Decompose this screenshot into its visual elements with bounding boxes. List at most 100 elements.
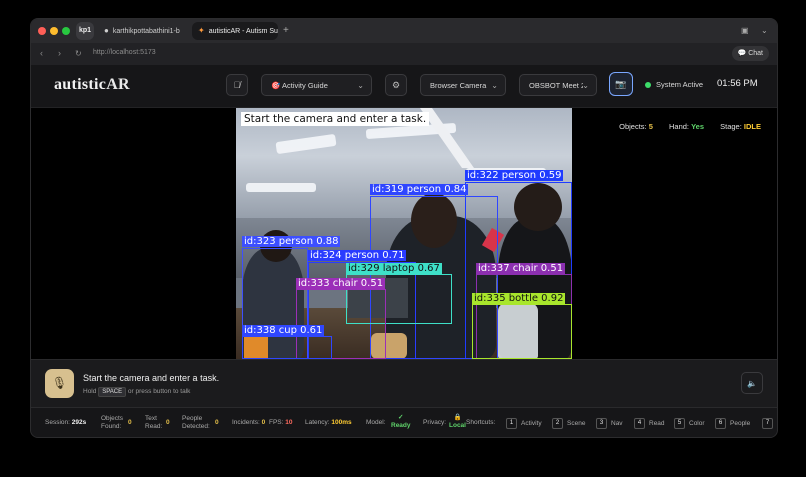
status-indicator-dot	[645, 82, 651, 89]
shortcut-activity[interactable]: 1 Activity	[506, 418, 542, 429]
privacy-metric: Privacy:	[423, 419, 447, 426]
camera-source-value: Browser Camera	[430, 81, 487, 90]
clock: 01:56 PM	[717, 78, 758, 89]
detection-label: id:329 laptop 0.67	[346, 263, 442, 274]
tab-overview-icon[interactable]: ▣	[741, 22, 751, 40]
shortcuts-label: Shortcuts:	[466, 419, 496, 426]
back-arrow-icon[interactable]: ‹	[40, 48, 43, 58]
text-read-metric: Text Read:	[145, 415, 163, 430]
latency-metric: Latency: 100ms	[305, 419, 352, 426]
incidents-metric: Incidents: 0	[232, 419, 266, 426]
shortcut-key: 5	[674, 418, 685, 429]
stage-stats: Objects: 5 Hand: Yes Stage: IDLE	[619, 122, 761, 131]
detection-label: id:333 chair 0.51	[296, 278, 386, 289]
close-window-button[interactable]	[38, 27, 46, 35]
voice-prompt-bar: 🎙 Start the camera and enter a task. Hol…	[31, 359, 777, 408]
prompt-hint: Hold SPACE or press button to talk	[83, 387, 191, 397]
browser-window: kp1 ● karthikpottabathini1-b ✦ autisticAR …	[30, 18, 778, 438]
objects-found-value: 0	[128, 419, 132, 426]
shortcut-key: 7	[762, 418, 773, 429]
status-text: System Active	[656, 80, 704, 89]
tab-label: karthikpottabathini1-b	[112, 28, 180, 35]
chevron-down-icon: ⌄	[582, 81, 589, 90]
shortcut-key: 3	[596, 418, 607, 429]
tab-label: kp1	[78, 27, 92, 34]
check-icon: ✓	[398, 414, 404, 421]
stage-value: IDLE	[743, 122, 761, 131]
forward-arrow-icon[interactable]: ›	[58, 48, 61, 58]
github-icon: ●	[104, 26, 109, 35]
tab-github[interactable]: ● karthikpottabathini1-b	[98, 22, 190, 40]
chat-label: Chat	[748, 50, 763, 57]
shortcut-scene[interactable]: 2 Scene	[552, 418, 585, 429]
camera-device-value: OBSBOT Meet 2	[529, 81, 583, 90]
chevron-down-icon: ⌄	[357, 81, 364, 90]
mic-off-icon: 🎙̸	[233, 80, 241, 90]
lock-icon: 🔒	[453, 414, 462, 421]
detection-label: id:319 person 0.84	[370, 184, 469, 195]
stage-stat: Stage: IDLE	[720, 122, 761, 131]
status-footer: Session: 292s Objects Found: 0 Text Read: …	[31, 407, 777, 437]
settings-button[interactable]: ⚙	[385, 74, 407, 96]
shortcut-nav[interactable]: 3 Nav	[596, 418, 623, 429]
maximize-window-button[interactable]	[62, 27, 70, 35]
detection-label: id:322 person 0.59	[465, 170, 564, 181]
url-field[interactable]: http://localhost:5173	[93, 49, 156, 56]
new-tab-button[interactable]: +	[283, 22, 295, 40]
shortcut-key: 1	[506, 418, 517, 429]
shortcut-7[interactable]: 7	[762, 418, 777, 429]
gear-icon: ⚙	[391, 80, 401, 90]
chat-button[interactable]: 💬 Chat	[731, 46, 769, 61]
hand-value: Yes	[691, 122, 705, 131]
capture-button[interactable]: 📷	[609, 72, 633, 96]
app-header: autisticAR 🎙̸ 🎯 Activity Guide ⌄ ⚙ Brows…	[31, 65, 777, 108]
talk-button[interactable]: 🎙	[45, 369, 74, 398]
camera-icon: 📷	[615, 79, 627, 89]
mode-select[interactable]: 🎯 Activity Guide ⌄	[261, 74, 372, 96]
ceiling-light	[246, 183, 316, 192]
shortcut-read[interactable]: 4 Read	[634, 418, 665, 429]
people-detected-metric: People Detected:	[182, 415, 210, 430]
app-favicon-icon: ✦	[198, 26, 205, 35]
prompt-title: Start the camera and enter a task.	[83, 373, 220, 383]
camera-device-select[interactable]: OBSBOT Meet 2 ⌄	[519, 74, 597, 96]
address-bar: ‹ › ↻ http://localhost:5173 💬 Chat	[31, 43, 777, 65]
mute-microphone-button[interactable]: 🎙̸	[226, 74, 248, 96]
shortcut-key: 6	[715, 418, 726, 429]
mode-select-value: Activity Guide	[282, 81, 328, 90]
camera-source-select[interactable]: Browser Camera ⌄	[420, 74, 506, 96]
speaker-button[interactable]: 🔈	[741, 372, 763, 394]
detection-label: id:335 bottle 0.92	[472, 293, 566, 304]
tab-kp1[interactable]: kp1	[76, 22, 94, 40]
tab-autisticar[interactable]: ✦ autisticAR - Autism Su	[192, 22, 278, 40]
logo-ar-text: AR	[106, 76, 130, 93]
objects-count: 5	[648, 122, 653, 131]
reload-icon[interactable]: ↻	[75, 49, 82, 58]
camera-overlay-text: Start the camera and enter a task.	[241, 112, 430, 126]
detection-label: id:338 cup 0.61	[242, 325, 325, 336]
fps-metric: FPS: 10	[269, 419, 293, 426]
detection-box	[242, 336, 332, 359]
session-metric: Session: 292s	[45, 419, 87, 426]
target-icon: 🎯	[271, 81, 281, 90]
people-detected-value: 0	[215, 419, 219, 426]
logo-text: autistic	[54, 76, 107, 93]
shortcut-key: 2	[552, 418, 563, 429]
camera-feed: id:322 person 0.59 id:319 person 0.84 id…	[236, 108, 572, 359]
model-metric: Model:	[366, 419, 386, 426]
shortcut-key: 4	[634, 418, 645, 429]
model-status: ✓ Ready	[391, 414, 411, 429]
tab-dropdown-chevron-icon[interactable]: ⌄	[761, 22, 771, 40]
detection-label: id:337 chair 0.51	[476, 263, 566, 274]
speaker-icon: 🔈	[747, 379, 757, 388]
space-key: SPACE	[98, 387, 127, 397]
tab-label: autisticAR - Autism Su	[208, 28, 278, 35]
shortcut-color[interactable]: 5 Color	[674, 418, 705, 429]
objects-found-metric: Objects Found:	[101, 415, 124, 430]
minimize-window-button[interactable]	[50, 27, 58, 35]
camera-stage: id:322 person 0.59 id:319 person 0.84 id…	[31, 108, 777, 359]
text-read-value: 0	[166, 419, 170, 426]
chevron-down-icon: ⌄	[491, 81, 498, 90]
privacy-status: 🔒 Local	[449, 414, 466, 429]
shortcut-people[interactable]: 6 People	[715, 418, 750, 429]
